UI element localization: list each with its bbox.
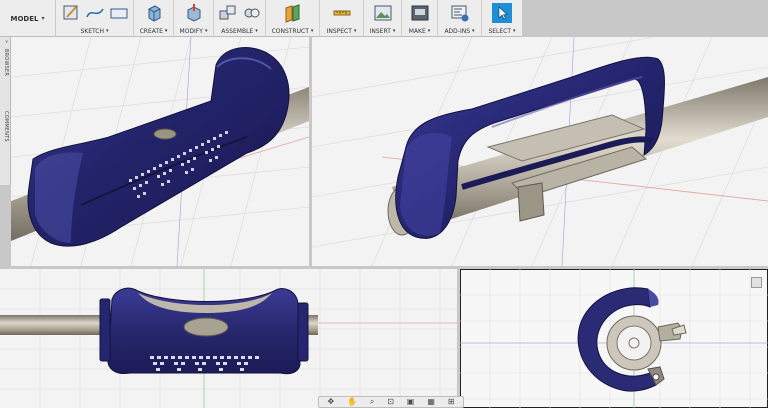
zoom-icon[interactable]: ⌕ xyxy=(370,397,374,407)
joint-icon[interactable] xyxy=(242,3,262,23)
select-icon[interactable] xyxy=(492,3,512,23)
toolbar-label-insert: INSERT xyxy=(369,27,391,35)
scripts-addins-icon[interactable] xyxy=(450,3,470,23)
chevron-down-icon: ▾ xyxy=(310,28,314,34)
chevron-down-icon: ▾ xyxy=(204,28,208,34)
viewport-side[interactable] xyxy=(460,269,768,408)
measure-icon[interactable] xyxy=(332,3,352,23)
browser-panel-collapsed[interactable]: » BROWSER COMMENTS xyxy=(0,37,11,185)
toolbar-label-inspect: INSPECT xyxy=(326,27,352,35)
viewport-canvas[interactable] xyxy=(0,269,457,408)
toolbar-label-sketch: SKETCH xyxy=(80,27,105,35)
viewport-canvas[interactable] xyxy=(460,269,768,408)
chevron-down-icon: ▾ xyxy=(472,28,475,34)
chevron-down-icon: ▾ xyxy=(427,28,431,34)
toolbar-group-assemble[interactable]: ASSEMBLE ▾ xyxy=(214,0,266,37)
viewport-front[interactable] xyxy=(0,269,457,408)
spline-icon[interactable] xyxy=(85,3,105,23)
press-pull-icon[interactable] xyxy=(184,3,204,23)
toolbar-group-create[interactable]: CREATE ▾ xyxy=(134,0,174,37)
viewport-canvas[interactable] xyxy=(312,37,768,266)
create-sketch-icon[interactable] xyxy=(61,3,81,23)
offset-plane-icon[interactable] xyxy=(283,3,303,23)
chevron-down-icon: ▾ xyxy=(392,28,396,34)
pin-hole xyxy=(153,128,177,140)
toolbar-label-modify: MODIFY xyxy=(179,27,203,35)
pin-hole xyxy=(183,317,229,337)
viewport-canvas[interactable] xyxy=(11,37,309,266)
viewport-perspective-left[interactable] xyxy=(11,37,309,266)
chevron-down-icon: ▾ xyxy=(106,28,109,34)
toolbar-group-insert[interactable]: INSERT ▾ xyxy=(364,0,402,37)
fit-icon[interactable]: ⊡ xyxy=(387,397,394,407)
inner-tab xyxy=(517,182,545,222)
toolbar-group-sketch[interactable]: SKETCH ▾ xyxy=(56,0,134,37)
toolbar: MODEL ▾ SKETCH ▾ CREATE ▾ MODIFY ▾ ASSEMBLE… xyxy=(0,0,522,37)
toolbar-group-modify[interactable]: MODIFY ▾ xyxy=(174,0,214,37)
toolbar-group-make[interactable]: MAKE ▾ xyxy=(402,0,438,37)
chevron-down-icon: ▾ xyxy=(41,15,45,22)
rectangle-icon[interactable] xyxy=(109,3,129,23)
workspace-mode-label: MODEL xyxy=(10,14,39,23)
toolbar-label-make: MAKE xyxy=(408,27,426,35)
toolbar-label-create: CREATE xyxy=(139,27,163,35)
display-icon[interactable]: ▣ xyxy=(407,397,415,407)
orbit-icon[interactable]: ✥ xyxy=(327,397,334,407)
toolbar-label-assemble: ASSEMBLE xyxy=(221,27,254,35)
extrude-icon[interactable] xyxy=(144,3,164,23)
workspace-mode-button[interactable]: MODEL ▾ xyxy=(0,0,56,37)
viewcube-icon[interactable] xyxy=(751,277,762,288)
browser-tab[interactable]: BROWSER xyxy=(3,49,9,76)
shaft-bore xyxy=(616,325,652,361)
clip-pin xyxy=(652,373,660,381)
expand-panel-icon[interactable]: » xyxy=(3,40,9,43)
toolbar-group-select[interactable]: SELECT ▾ xyxy=(482,0,522,37)
grid-icon[interactable]: ▦ xyxy=(427,397,435,407)
pan-icon[interactable]: ✋ xyxy=(347,397,357,407)
cover-end-right xyxy=(297,302,309,362)
viewports-icon[interactable]: ⊞ xyxy=(448,397,455,407)
toolbar-group-inspect[interactable]: INSPECT ▾ xyxy=(320,0,364,37)
insert-image-icon[interactable] xyxy=(373,3,393,23)
comments-tab[interactable]: COMMENTS xyxy=(3,111,9,142)
viewport-perspective-right[interactable] xyxy=(312,37,768,266)
toolbar-group-construct[interactable]: CONSTRUCT ▾ xyxy=(266,0,320,37)
navigation-bar: ✥ ✋ ⌕ ⊡ ▣ ▦ ⊞ xyxy=(318,396,464,408)
chevron-down-icon: ▾ xyxy=(353,28,357,34)
toolbar-group-addins[interactable]: ADD-INS ▾ xyxy=(438,0,482,37)
toolbar-label-addins: ADD-INS xyxy=(444,27,471,35)
chevron-down-icon: ▾ xyxy=(255,28,258,34)
cover-end-left xyxy=(99,298,111,362)
new-component-icon[interactable] xyxy=(218,3,238,23)
toolbar-label-construct: CONSTRUCT xyxy=(271,27,309,35)
chevron-down-icon: ▾ xyxy=(164,28,168,34)
toolbar-label-select: SELECT xyxy=(488,27,512,35)
chevron-down-icon: ▾ xyxy=(513,28,516,34)
3d-print-icon[interactable] xyxy=(410,3,430,23)
